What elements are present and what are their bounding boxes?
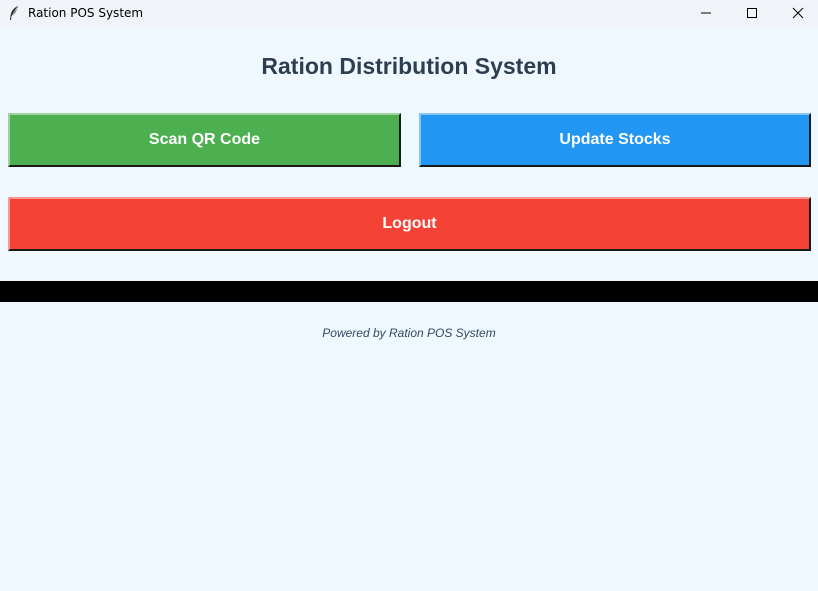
- title-bar[interactable]: Ration POS System: [0, 0, 818, 26]
- minimize-icon: [701, 12, 711, 14]
- page-title: Ration Distribution System: [261, 53, 557, 79]
- minimize-button[interactable]: [683, 0, 729, 26]
- scan-qr-code-label: Scan QR Code: [148, 131, 261, 148]
- maximize-icon: [747, 8, 757, 18]
- update-stocks-label: Update Stocks: [559, 131, 671, 148]
- close-button[interactable]: [775, 0, 818, 26]
- feather-icon: [8, 5, 20, 21]
- app-window: Ration POS System Ration Distribution Sy…: [0, 0, 818, 591]
- scan-qr-code-button[interactable]: Scan QR Code: [8, 113, 401, 167]
- footer-text: Powered by Ration POS System: [322, 326, 496, 340]
- logout-label: Logout: [382, 215, 437, 232]
- maximize-button[interactable]: [729, 0, 775, 26]
- close-icon: [792, 7, 804, 19]
- logout-button[interactable]: Logout: [8, 197, 811, 251]
- update-stocks-button[interactable]: Update Stocks: [419, 113, 811, 167]
- window-title: Ration POS System: [28, 6, 144, 20]
- separator-bar: [0, 281, 818, 302]
